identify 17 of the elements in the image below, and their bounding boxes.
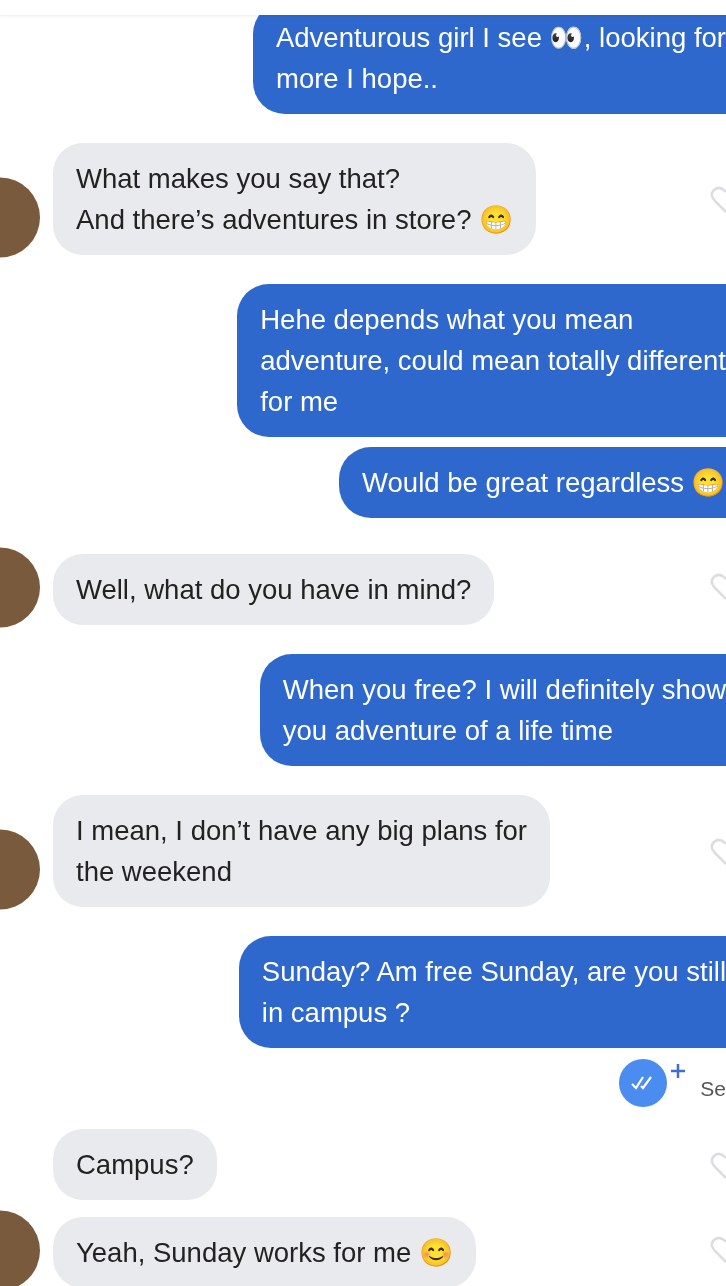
message-text: Hehe depends what you mean adventure, could mean totally different for me xyxy=(260,303,726,419)
status-text: Se xyxy=(700,1077,726,1101)
avatar[interactable] xyxy=(0,829,40,910)
message-text: What makes you say that? And there’s adventures in store? 😁 xyxy=(76,162,514,237)
avatar[interactable] xyxy=(0,547,40,628)
avatar[interactable] xyxy=(0,1210,40,1286)
message-text: Campus? xyxy=(76,1148,194,1182)
message-text: I mean, I don’t have any big plans for the weekend xyxy=(76,814,527,889)
avatar[interactable] xyxy=(0,177,40,258)
message-text: Yeah, Sunday works for me 😊 xyxy=(76,1236,454,1270)
message-text: When you free? I will definitely show you adventure of a life time xyxy=(282,673,726,748)
message-text: Would be great regardless 😁 xyxy=(362,466,726,500)
read-receipt-icon xyxy=(619,1059,668,1107)
message-text: Well, what do you have in mind? xyxy=(76,573,472,607)
message-text: Sunday? Am free Sunday, are you still in campus ? xyxy=(261,955,726,1030)
message-text: Adventurous girl I see 👀, looking for more I hope.. xyxy=(275,21,726,96)
plus-icon[interactable] xyxy=(670,1063,687,1079)
